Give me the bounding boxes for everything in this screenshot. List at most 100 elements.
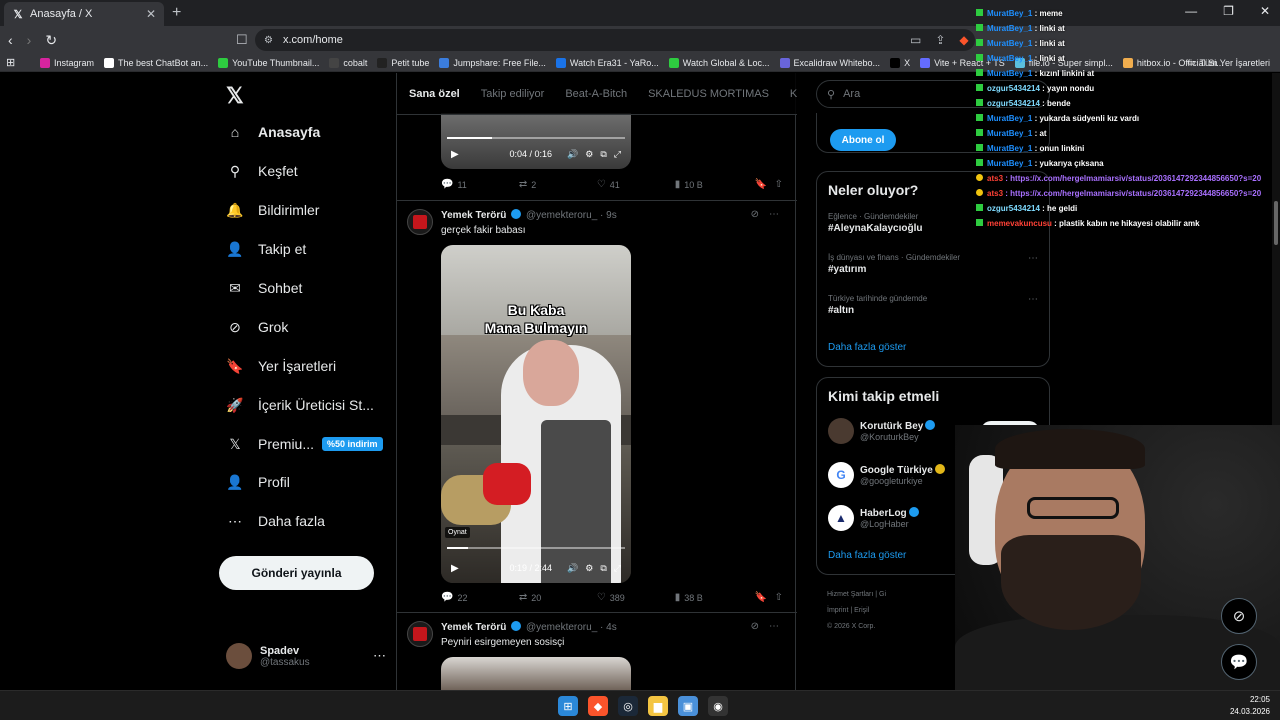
bookmark-item[interactable]: Watch Global & Loc...: [668, 57, 770, 68]
subscribe-button[interactable]: Abone ol: [830, 129, 896, 151]
grok-icon[interactable]: ⊘: [751, 209, 759, 220]
timeline-tab[interactable]: Takip ediliyor: [481, 88, 545, 100]
views-button[interactable]: ▮ 10 B: [675, 179, 755, 190]
author-name[interactable]: Yemek Terörü: [441, 622, 506, 633]
system-clock[interactable]: 22:05 24.03.2026: [1230, 694, 1270, 718]
author-handle[interactable]: @yemekteroru_: [526, 210, 597, 221]
nav-item[interactable]: ⌂ Anasayfa: [226, 123, 321, 141]
steam-icon[interactable]: ◎: [618, 696, 638, 716]
like-button[interactable]: ♡ 389: [597, 592, 675, 603]
timeline-tab[interactable]: Beat-A-Bitch: [565, 88, 627, 100]
tweet-time[interactable]: · 9s: [600, 210, 617, 221]
site-info-icon[interactable]: ⚙: [264, 35, 273, 46]
obs-icon[interactable]: ◉: [708, 696, 728, 716]
nav-item[interactable]: 👤 Takip et: [226, 240, 306, 258]
nav-item[interactable]: ⊘ Grok: [226, 318, 288, 336]
chat-float-icon[interactable]: 💬: [1221, 644, 1257, 680]
fullscreen-icon[interactable]: ⤢: [614, 563, 621, 574]
bookmark-item[interactable]: Jumpshare: Free File...: [439, 57, 546, 68]
tab-close-icon[interactable]: ✕: [146, 7, 156, 21]
bookmark-item[interactable]: Excalidraw Whitebo...: [779, 57, 880, 68]
folder-icon[interactable]: ▆: [648, 696, 668, 716]
play-icon[interactable]: ▶: [451, 563, 459, 574]
author-handle[interactable]: @yemekteroru_: [526, 622, 597, 633]
browser-tab[interactable]: 𝕏 Anasayfa / X ✕: [4, 2, 164, 26]
nav-item[interactable]: 👤 Profil: [226, 473, 290, 491]
url-bar[interactable]: ⚙ x.com/home: [255, 29, 975, 51]
settings-icon[interactable]: ⚙: [585, 563, 593, 574]
who-show-more[interactable]: Daha fazla göster: [828, 550, 906, 561]
cast-icon[interactable]: ▭: [910, 33, 921, 47]
video-progress[interactable]: [447, 547, 625, 549]
play-icon[interactable]: ▶: [451, 149, 459, 160]
pip-icon[interactable]: ⧉: [600, 149, 606, 160]
trend-item[interactable]: İş dünyası ve finans · Gündemdekiler #yat…: [828, 253, 1038, 275]
x-logo-icon[interactable]: 𝕏: [226, 83, 244, 109]
bookmark-item[interactable]: Watch Era31 - YaRo...: [555, 57, 659, 68]
share-button[interactable]: ⇧: [775, 179, 787, 190]
nav-item[interactable]: 🔖 Yer İşaretleri: [226, 357, 336, 375]
nav-item[interactable]: ⚲ Keşfet: [226, 162, 298, 180]
nav-item[interactable]: 𝕏 Premiu... %50 indirim: [226, 435, 383, 453]
bookmark-item[interactable]: The best ChatBot an...: [104, 57, 208, 68]
grok-float-icon[interactable]: ⊘: [1221, 598, 1257, 634]
tweet-media[interactable]: [441, 657, 631, 690]
grok-icon[interactable]: ⊘: [751, 621, 759, 632]
more-options-icon[interactable]: ⋯: [1028, 294, 1038, 305]
bookmark-page-icon[interactable]: ☐: [236, 32, 248, 48]
more-options-icon[interactable]: ⋯: [769, 209, 779, 220]
pip-icon[interactable]: ⧉: [600, 563, 606, 574]
trends-show-more[interactable]: Daha fazla göster: [828, 342, 906, 353]
bookmark-label: Watch Global & Loc...: [682, 57, 770, 68]
reload-icon[interactable]: ↻: [45, 32, 57, 49]
author-name[interactable]: Yemek Terörü: [441, 210, 506, 221]
nav-item[interactable]: 🚀 İçerik Üreticisi St...: [226, 396, 374, 414]
forward-icon[interactable]: ›: [27, 32, 32, 49]
more-options-icon[interactable]: ⋯: [769, 621, 779, 632]
volume-icon[interactable]: 🔊: [567, 563, 578, 574]
footer-terms[interactable]: Hizmet Şartları | Gi: [827, 587, 886, 603]
bookmark-button[interactable]: 🔖: [755, 179, 775, 190]
brave-icon[interactable]: ◆: [588, 696, 608, 716]
avatar[interactable]: [407, 209, 433, 235]
avatar[interactable]: [407, 621, 433, 647]
footer-imprint[interactable]: İmprint | Erişil: [827, 603, 886, 619]
more-options-icon[interactable]: ⋯: [373, 648, 386, 664]
share-button[interactable]: ⇧: [775, 592, 787, 603]
photos-icon[interactable]: ▣: [678, 696, 698, 716]
repost-button[interactable]: ⇄ 2: [519, 179, 597, 190]
more-options-icon[interactable]: ⋯: [1028, 253, 1038, 264]
volume-icon[interactable]: 🔊: [567, 149, 578, 160]
bookmark-item[interactable]: Instagram: [40, 57, 94, 68]
video-player[interactable]: ▶ 0:04 / 0:16 🔊 ⚙ ⧉ ⤢: [441, 113, 631, 169]
tweet-time[interactable]: · 4s: [600, 622, 617, 633]
video-player[interactable]: Bu Kaba Mana Bulmayın Oynat ▶ 0:19 / 2:4…: [441, 245, 631, 583]
repost-button[interactable]: ⇄ 20: [519, 592, 597, 603]
bookmark-button[interactable]: 🔖: [755, 592, 775, 603]
settings-icon[interactable]: ⚙: [585, 149, 593, 160]
nav-item[interactable]: ⋯ Daha fazla: [226, 512, 325, 530]
trend-item[interactable]: Türkiye tarihinde gündemde #altın ⋯: [828, 294, 1038, 316]
nav-item[interactable]: 🔔 Bildirimler: [226, 201, 319, 219]
post-button[interactable]: Gönderi yayınla: [219, 556, 374, 590]
start-icon[interactable]: ⊞: [558, 696, 578, 716]
views-button[interactable]: ▮ 38 B: [675, 592, 755, 603]
timeline-tab[interactable]: Kend: [790, 88, 797, 100]
fullscreen-icon[interactable]: ⤢: [614, 149, 621, 160]
new-tab-icon[interactable]: +: [172, 4, 181, 22]
share-icon[interactable]: ⇪: [935, 33, 945, 47]
timeline-tab[interactable]: SKALEDUS MORTIMAS: [648, 88, 769, 100]
apps-grid-icon[interactable]: ⊞: [6, 56, 20, 69]
bookmark-item[interactable]: Petit tube: [377, 57, 429, 68]
back-icon[interactable]: ‹: [8, 32, 13, 49]
brave-shield-icon[interactable]: ◆: [959, 33, 968, 47]
like-button[interactable]: ♡ 41: [597, 179, 675, 190]
timeline-tab[interactable]: Sana özel: [409, 88, 460, 100]
bookmark-item[interactable]: YouTube Thumbnail...: [218, 57, 319, 68]
bookmark-item[interactable]: cobalt: [329, 57, 367, 68]
nav-item[interactable]: ✉ Sohbet: [226, 279, 302, 297]
bookmark-item[interactable]: X: [890, 57, 910, 68]
reply-button[interactable]: 💬 22: [441, 592, 519, 603]
account-switcher[interactable]: Spadev @tassakus ⋯: [226, 643, 386, 669]
reply-button[interactable]: 💬 11: [441, 179, 519, 190]
